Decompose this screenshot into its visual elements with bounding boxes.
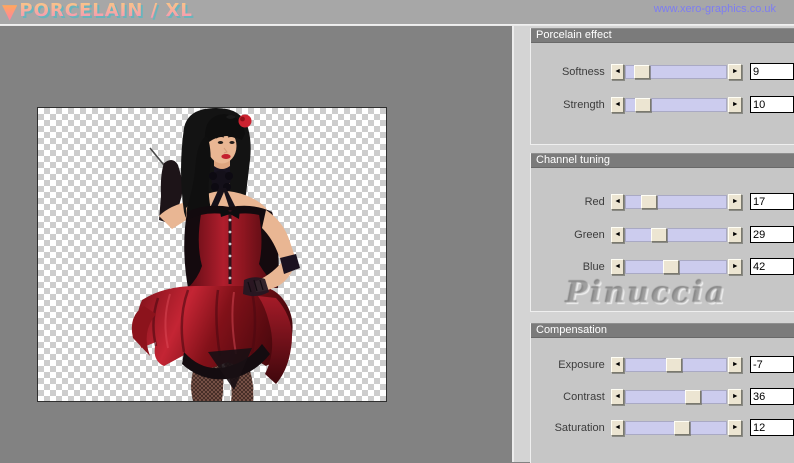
saturation-decrement-button[interactable]: ◄ xyxy=(610,419,625,436)
red-slider-thumb[interactable] xyxy=(641,194,658,209)
red-label: Red xyxy=(584,195,605,208)
section-channel-tuning-header: Channel tuning xyxy=(531,153,794,168)
section-channel-tuning: Channel tuning Red ◄ ► Green ◄ ► Blue xyxy=(530,153,794,312)
left-arrow-icon: ◄ xyxy=(614,231,622,238)
blue-slider-thumb[interactable] xyxy=(663,259,680,274)
left-arrow-icon: ◄ xyxy=(614,263,622,270)
green-slider-track[interactable] xyxy=(625,227,728,242)
contrast-slider-track[interactable] xyxy=(625,389,728,404)
porcelain-xl-window: ▼ PORCELAIN / XLPORCELAIN / XL www.xero-… xyxy=(0,0,794,463)
section-compensation-header: Compensation xyxy=(531,323,794,338)
strength-label: Strength xyxy=(563,98,605,111)
exposure-label: Exposure xyxy=(558,358,605,371)
exposure-decrement-button[interactable]: ◄ xyxy=(610,356,625,373)
left-arrow-icon: ◄ xyxy=(614,424,622,431)
contrast-label: Contrast xyxy=(563,390,605,403)
green-slider-thumb[interactable] xyxy=(651,227,668,242)
app-title: PORCELAIN / XLPORCELAIN / XL xyxy=(19,0,193,23)
preview-pane xyxy=(0,25,512,463)
slider-row-red: Red ◄ ► xyxy=(531,193,794,210)
contrast-increment-button[interactable]: ► xyxy=(728,388,742,405)
exposure-slider-thumb[interactable] xyxy=(666,357,683,372)
right-arrow-icon: ► xyxy=(731,361,739,368)
blue-increment-button[interactable]: ► xyxy=(728,258,742,275)
app-title-text: PORCELAIN / XL xyxy=(19,0,193,21)
blue-decrement-button[interactable]: ◄ xyxy=(610,258,625,275)
green-increment-button[interactable]: ► xyxy=(728,226,742,243)
left-arrow-icon: ◄ xyxy=(614,198,622,205)
preview-image xyxy=(37,107,387,402)
saturation-slider-track[interactable] xyxy=(625,420,728,435)
slider-row-strength: Strength ◄ ► xyxy=(531,96,794,113)
left-arrow-icon: ◄ xyxy=(614,393,622,400)
saturation-slider-thumb[interactable] xyxy=(674,420,691,435)
logo-triangle-icon: ▼ xyxy=(2,0,18,23)
left-arrow-icon: ◄ xyxy=(614,68,622,75)
controls-panel: Porcelain effect Softness ◄ ► Strength ◄… xyxy=(512,25,794,463)
website-link[interactable]: www.xero-graphics.co.uk xyxy=(654,3,776,15)
contrast-value-input[interactable] xyxy=(749,388,794,405)
slider-row-blue: Blue ◄ ► xyxy=(531,258,794,275)
softness-slider-track[interactable] xyxy=(625,64,728,79)
right-arrow-icon: ► xyxy=(731,101,739,108)
pinup-figure xyxy=(131,108,300,401)
strength-increment-button[interactable]: ► xyxy=(728,96,742,113)
left-arrow-icon: ◄ xyxy=(614,101,622,108)
slider-row-contrast: Contrast ◄ ► xyxy=(531,388,794,405)
saturation-value-input[interactable] xyxy=(749,419,794,436)
softness-value-input[interactable] xyxy=(749,63,794,80)
saturation-increment-button[interactable]: ► xyxy=(728,419,742,436)
blue-label: Blue xyxy=(582,260,605,273)
contrast-slider-thumb[interactable] xyxy=(685,389,702,404)
app-logo: ▼ PORCELAIN / XLPORCELAIN / XL xyxy=(2,0,194,23)
left-arrow-icon: ◄ xyxy=(614,361,622,368)
red-slider-track[interactable] xyxy=(625,194,728,209)
saturation-label: Saturation xyxy=(554,421,605,434)
exposure-slider-track[interactable] xyxy=(625,357,728,372)
exposure-value-input[interactable] xyxy=(749,356,794,373)
section-porcelain-effect-header: Porcelain effect xyxy=(531,28,794,43)
strength-value-input[interactable] xyxy=(749,96,794,113)
right-arrow-icon: ► xyxy=(731,231,739,238)
red-decrement-button[interactable]: ◄ xyxy=(610,193,625,210)
slider-row-softness: Softness ◄ ► xyxy=(531,63,794,80)
strength-slider-thumb[interactable] xyxy=(635,97,652,112)
green-label: Green xyxy=(574,228,605,241)
contrast-decrement-button[interactable]: ◄ xyxy=(610,388,625,405)
green-value-input[interactable] xyxy=(749,226,794,243)
right-arrow-icon: ► xyxy=(731,393,739,400)
exposure-increment-button[interactable]: ► xyxy=(728,356,742,373)
strength-slider-track[interactable] xyxy=(625,97,728,112)
strength-decrement-button[interactable]: ◄ xyxy=(610,96,625,113)
red-value-input[interactable] xyxy=(749,193,794,210)
section-compensation: Compensation Exposure ◄ ► Contrast ◄ ► S… xyxy=(530,323,794,463)
softness-slider-thumb[interactable] xyxy=(634,64,651,79)
slider-row-exposure: Exposure ◄ ► xyxy=(531,356,794,373)
softness-decrement-button[interactable]: ◄ xyxy=(610,63,625,80)
blue-slider-track[interactable] xyxy=(625,259,728,274)
green-decrement-button[interactable]: ◄ xyxy=(610,226,625,243)
red-increment-button[interactable]: ► xyxy=(728,193,742,210)
right-arrow-icon: ► xyxy=(731,424,739,431)
right-arrow-icon: ► xyxy=(731,263,739,270)
section-porcelain-effect: Porcelain effect Softness ◄ ► Strength ◄… xyxy=(530,28,794,145)
blue-value-input[interactable] xyxy=(749,258,794,275)
dialog-body: Porcelain effect Softness ◄ ► Strength ◄… xyxy=(0,25,794,463)
softness-increment-button[interactable]: ► xyxy=(728,63,742,80)
softness-label: Softness xyxy=(561,65,605,78)
slider-row-green: Green ◄ ► xyxy=(531,226,794,243)
right-arrow-icon: ► xyxy=(731,68,739,75)
title-bar: ▼ PORCELAIN / XLPORCELAIN / XL www.xero-… xyxy=(0,0,794,25)
slider-row-saturation: Saturation ◄ ► xyxy=(531,419,794,436)
right-arrow-icon: ► xyxy=(731,198,739,205)
